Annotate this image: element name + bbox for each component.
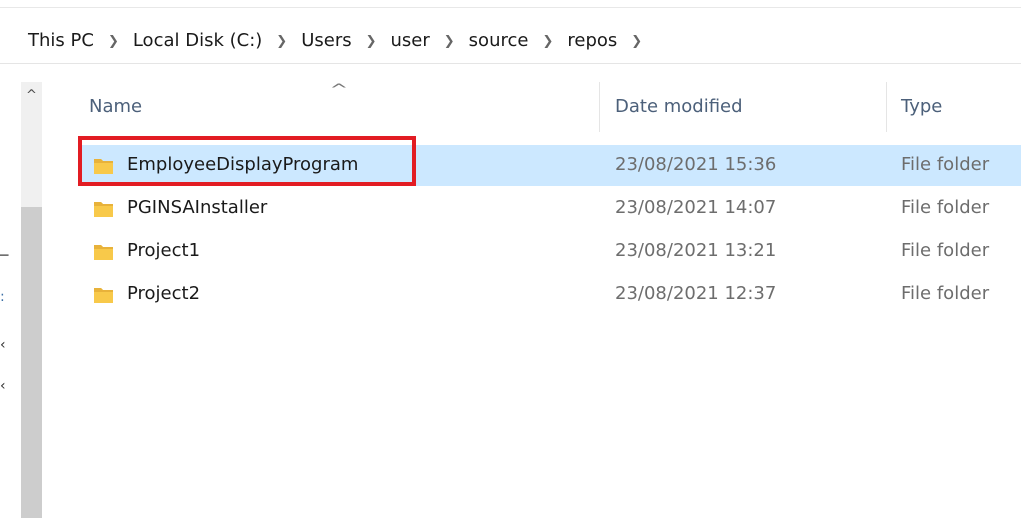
scroll-up-arrow-icon[interactable]: ^ [21,88,42,103]
file-type: File folder [901,154,990,175]
nav-pane-clipped-glyph: ‹ [0,337,6,353]
column-divider[interactable] [886,82,887,132]
folder-icon [94,159,113,174]
breadcrumb-repos[interactable]: repos [565,30,619,51]
sort-ascending-icon: ^ [329,82,349,98]
scrollbar-thumb[interactable] [21,207,42,518]
file-date-modified: 23/08/2021 15:36 [615,154,777,175]
nav-pane-clipped-glyph: : [0,289,5,305]
column-header-date-modified[interactable]: Date modified [615,96,743,122]
column-header-type[interactable]: Type [901,96,942,122]
breadcrumb-user[interactable]: user [389,30,432,51]
nav-pane-scrollbar[interactable]: ^ [21,82,42,518]
folder-icon [94,245,113,260]
chevron-right-icon[interactable]: ❯ [276,34,287,49]
column-divider[interactable] [599,82,600,132]
chevron-right-icon[interactable]: ❯ [108,34,119,49]
file-name: Project2 [127,283,201,304]
breadcrumb-source[interactable]: source [467,30,531,51]
file-name: Project1 [127,240,201,261]
file-row-project2[interactable]: Project2 23/08/2021 12:37 File folder [79,274,1021,315]
breadcrumb-local-disk[interactable]: Local Disk (C:) [131,30,264,51]
folder-icon [94,202,113,217]
chevron-right-icon[interactable]: ❯ [366,34,377,49]
file-row-employeedisplayprogram[interactable]: EmployeeDisplayProgram 23/08/2021 15:36 … [79,145,1021,186]
file-row-project1[interactable]: Project1 23/08/2021 13:21 File folder [79,231,1021,272]
nav-pane-clipped-glyph: ─ [0,248,9,264]
address-bar-border [0,7,1021,8]
file-type: File folder [901,240,990,261]
nav-pane-clipped-glyph: ‹ [0,378,6,394]
file-explorer-window: This PC ❯ Local Disk (C:) ❯ Users ❯ user… [0,0,1021,518]
file-name: PGINSAInstaller [127,197,268,218]
file-type: File folder [901,283,990,304]
file-date-modified: 23/08/2021 13:21 [615,240,777,261]
chevron-right-icon[interactable]: ❯ [631,34,642,49]
column-header-name[interactable]: Name [89,96,142,122]
file-date-modified: 23/08/2021 14:07 [615,197,777,218]
chevron-right-icon[interactable]: ❯ [542,34,553,49]
file-date-modified: 23/08/2021 12:37 [615,283,777,304]
breadcrumb: This PC ❯ Local Disk (C:) ❯ Users ❯ user… [26,30,654,51]
breadcrumb-users[interactable]: Users [299,30,353,51]
chevron-right-icon[interactable]: ❯ [444,34,455,49]
file-type: File folder [901,197,990,218]
file-name: EmployeeDisplayProgram [127,154,359,175]
file-row-pginsainstaller[interactable]: PGINSAInstaller 23/08/2021 14:07 File fo… [79,188,1021,229]
folder-icon [94,288,113,303]
breadcrumb-this-pc[interactable]: This PC [26,30,96,51]
address-bar[interactable]: This PC ❯ Local Disk (C:) ❯ Users ❯ user… [0,0,1021,64]
